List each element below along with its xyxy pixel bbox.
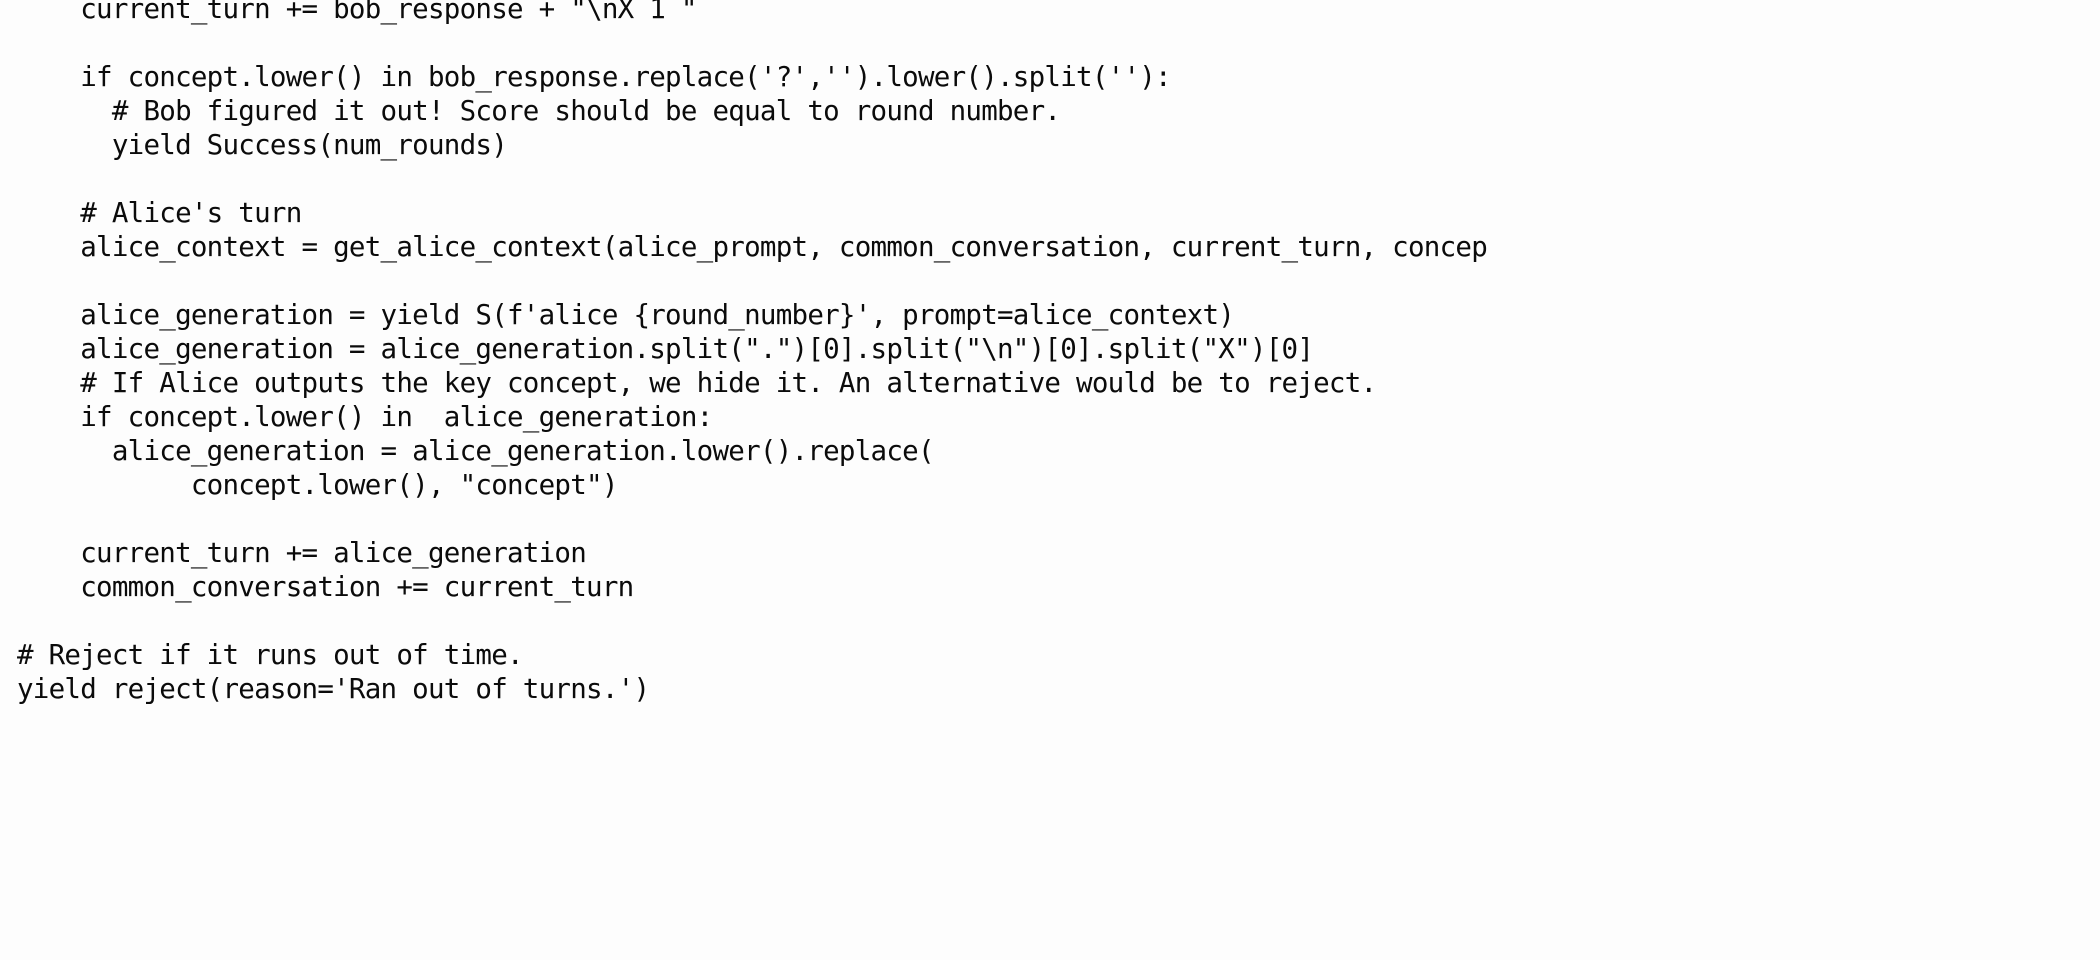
code-line: yield Success(num_rounds) xyxy=(17,129,508,161)
code-listing: current_turn += bob_response + "\nX 1 " … xyxy=(0,0,2100,960)
code-line: alice_generation = yield S(f'alice {roun… xyxy=(17,299,1235,331)
code-line: # If Alice outputs the key concept, we h… xyxy=(17,367,1377,399)
code-line: alice_generation = alice_generation.spli… xyxy=(17,333,1314,365)
code-line: current_turn += alice_generation xyxy=(17,537,587,569)
code-line: yield reject(reason='Ran out of turns.') xyxy=(17,673,650,705)
code-line: common_conversation += current_turn xyxy=(17,571,634,603)
code-line: concept.lower(), "concept") xyxy=(17,469,619,501)
code-line: current_turn += bob_response + "\nX 1 " xyxy=(17,0,697,25)
code-line: if concept.lower() in alice_generation: xyxy=(17,401,713,433)
code-line: alice_context = get_alice_context(alice_… xyxy=(17,231,1488,263)
code-line: # Alice's turn xyxy=(17,197,302,229)
code-line: alice_generation = alice_generation.lowe… xyxy=(17,435,935,467)
code-line: # Bob figured it out! Score should be eq… xyxy=(17,95,1061,127)
code-line: if concept.lower() in bob_response.repla… xyxy=(17,61,1171,93)
code-lines-container: current_turn += bob_response + "\nX 1 " … xyxy=(0,0,2100,706)
code-line: # Reject if it runs out of time. xyxy=(17,639,524,671)
